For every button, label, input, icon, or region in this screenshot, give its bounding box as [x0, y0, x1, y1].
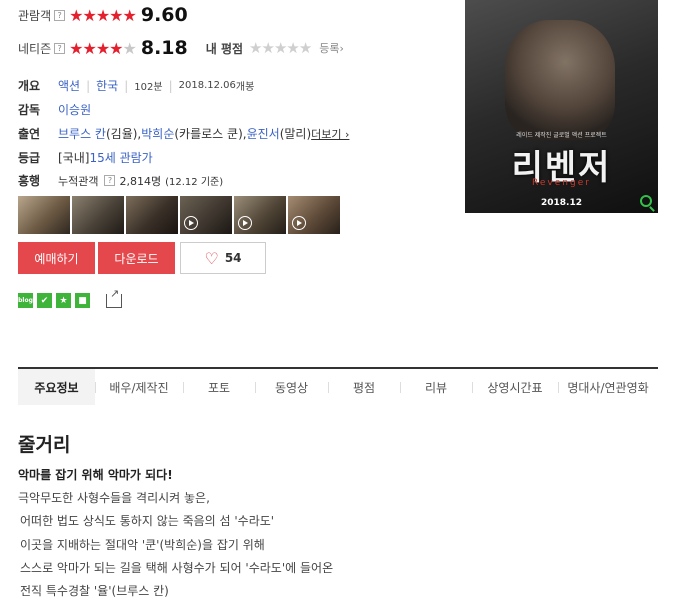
overview-key: 개요 [18, 79, 41, 93]
tab-main-info[interactable]: 주요정보 [18, 369, 95, 405]
bookmark-star-icon[interactable]: ★ [56, 293, 71, 308]
country-link[interactable]: 한국 [96, 77, 118, 94]
cast-link-yoon-jin-seo[interactable]: 윤진서 [247, 125, 280, 142]
tab-cast-crew[interactable]: 배우/제작진 [95, 369, 183, 405]
share-icon[interactable] [106, 287, 122, 308]
audience-count-label: 누적관객 [58, 174, 99, 188]
zoom-icon[interactable] [640, 195, 652, 207]
director-link[interactable]: 이승원 [58, 101, 91, 118]
netizen-score: 8.18 [140, 37, 188, 59]
band-share-icon[interactable]: ■ [75, 293, 90, 308]
synopsis-line: 이곳을 지배하는 절대악 '쿤'(박희순)을 잡기 위해 [20, 538, 265, 552]
help-icon[interactable]: ? [54, 9, 66, 21]
play-icon [292, 216, 306, 230]
video-thumbnail[interactable] [180, 196, 232, 234]
genre-link[interactable]: 액션 [58, 77, 80, 94]
grade-key: 등급 [18, 151, 41, 165]
synopsis-headline: 악마를 잡기 위해 악마가 되다! [18, 468, 173, 482]
photo-thumbnail[interactable] [72, 196, 124, 234]
my-rating-label: 내 평점 [205, 41, 244, 56]
star-rating-icon: ★★★★★ [69, 38, 137, 58]
tab-showtimes[interactable]: 상영시간표 [472, 369, 558, 405]
poster-subtitle: Revenger [532, 178, 591, 188]
tab-review[interactable]: 리뷰 [400, 369, 472, 405]
video-thumbnail[interactable] [234, 196, 286, 234]
audience-score: 9.60 [140, 4, 188, 26]
cast-role: (카를로스 쿤), [174, 127, 247, 141]
my-rating-stars-icon[interactable]: ★★★★★ [249, 39, 312, 57]
grade-row: 등급 [국내] 15세 관람가 [18, 149, 153, 166]
like-count: 54 [224, 251, 242, 265]
synopsis-line: 극악무도한 사형수들을 격리시켜 놓은, [18, 491, 210, 505]
audience-rating: 관람객 ? ★★★★★ 9.60 [18, 4, 188, 26]
reserve-button[interactable]: 예매하기 [18, 242, 95, 274]
help-icon[interactable]: ? [54, 42, 66, 54]
grade-link[interactable]: 15세 관람가 [89, 149, 152, 166]
blog-share-icon[interactable]: blog [18, 293, 33, 308]
cast-role: (김율), [105, 127, 142, 141]
release-date-link[interactable]: 2018.12.06 [179, 80, 236, 91]
cast-role: (말리) [279, 127, 312, 141]
tab-video[interactable]: 동영상 [255, 369, 328, 405]
director-row: 감독 이승원 [18, 101, 91, 118]
director-key: 감독 [18, 103, 41, 117]
release-suffix: 개봉 [235, 82, 255, 93]
tab-photo[interactable]: 포토 [183, 369, 255, 405]
like-button[interactable]: ♡ 54 [180, 242, 266, 274]
overview-row: 개요 액션 | 한국 | 102분 | 2018.12.06 개봉 [18, 77, 255, 94]
synopsis-title: 줄거리 [18, 434, 71, 456]
runtime: 102분 [134, 82, 163, 93]
cast-key: 출연 [18, 127, 41, 141]
photo-thumbnail[interactable] [18, 196, 70, 234]
audience-rating-label: 관람객 [18, 8, 52, 23]
synopsis-line: 어떠한 법도 상식도 통하지 않는 죽음의 섬 '수라도' [20, 514, 275, 528]
box-office-row: 흥행 누적관객 ? 2,814명 (12.12 기준) [18, 172, 223, 189]
netizen-rating: 네티즌 ? ★★★★★ 8.18 내 평점 ★★★★★ 등록› [18, 37, 344, 59]
grade-prefix: [국내] [58, 151, 90, 165]
poster-tagline: 레이드 제작진 글로벌 액션 프로젝트 [516, 132, 607, 139]
tab-rating[interactable]: 평점 [328, 369, 400, 405]
star-rating-icon: ★★★★★ [69, 5, 137, 25]
movie-poster[interactable]: 레이드 제작진 글로벌 액션 프로젝트 리벤저 Revenger 2018.12 [465, 0, 658, 213]
media-thumbnails [18, 196, 340, 234]
heart-icon: ♡ [204, 248, 219, 268]
sns-share-bar: blog ✔ ★ ■ [18, 287, 122, 308]
play-icon [238, 216, 252, 230]
cast-row: 출연 브루스 칸 (김율), 박희순 (카를로스 쿤), 윤진서 (말리) 더보… [18, 125, 349, 142]
cast-link-park-hee-soon[interactable]: 박희순 [141, 125, 174, 142]
download-button[interactable]: 다운로드 [98, 242, 175, 274]
synopsis-line: 전직 특수경찰 '율'(브루스 칸) [20, 584, 169, 598]
cast-link-bruce-khan[interactable]: 브루스 칸 [58, 125, 106, 142]
tab-quotes-related[interactable]: 명대사/연관영화 [558, 369, 658, 405]
box-office-key: 흥행 [18, 174, 41, 188]
audience-count: 2,814명 [119, 174, 162, 188]
help-icon[interactable]: ? [104, 175, 116, 186]
register-rating-link[interactable]: 등록› [319, 40, 344, 56]
more-cast-link[interactable]: 더보기 › [311, 126, 349, 142]
video-thumbnail[interactable] [288, 196, 340, 234]
cafe-share-icon[interactable]: ✔ [37, 293, 52, 308]
netizen-rating-label: 네티즌 [18, 41, 52, 56]
audience-count-date: (12.12 기준) [165, 177, 224, 188]
play-icon [184, 216, 198, 230]
detail-tabs: 주요정보 배우/제작진 포토 동영상 평점 리뷰 상영시간표 명대사/연관영화 [18, 367, 658, 405]
synopsis-line: 스스로 악마가 되는 길을 택해 사형수가 되어 '수라도'에 들어온 [20, 561, 334, 575]
poster-figure-image [505, 20, 615, 140]
poster-date: 2018.12 [541, 198, 582, 208]
photo-thumbnail[interactable] [126, 196, 178, 234]
